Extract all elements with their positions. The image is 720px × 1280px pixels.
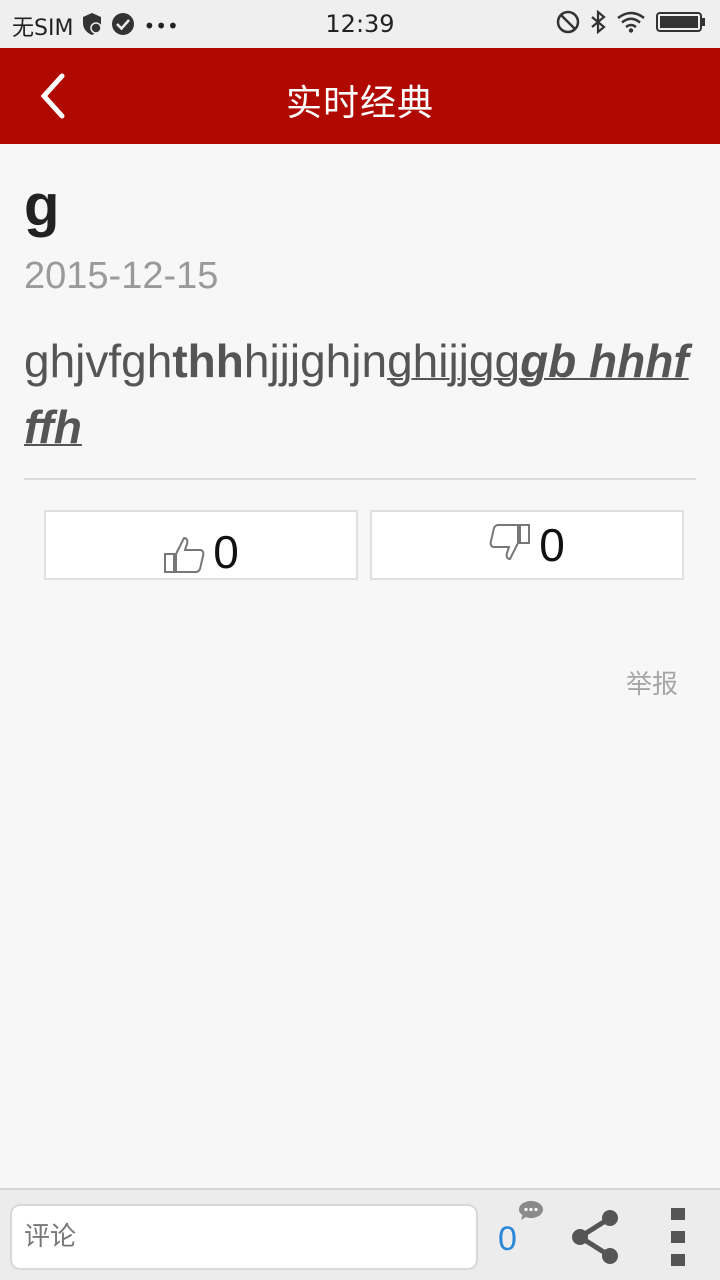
bottom-bar: 0 xyxy=(0,1188,720,1280)
wifi-icon xyxy=(616,11,646,37)
dislike-count: 0 xyxy=(539,519,565,571)
like-button[interactable]: 0 xyxy=(44,510,358,580)
more-vertical-icon[interactable] xyxy=(664,1204,692,1270)
thumbs-up-icon xyxy=(163,534,205,578)
article-body: ghjvfghthhhjjjghjnghijjgggb hhhfffh xyxy=(24,328,700,460)
do-not-disturb-icon xyxy=(556,10,580,38)
like-count: 0 xyxy=(213,526,239,578)
comment-bubble-icon[interactable] xyxy=(518,1200,544,1226)
divider xyxy=(24,478,696,480)
dislike-button[interactable]: 0 xyxy=(370,510,684,580)
article-title: g xyxy=(24,173,60,238)
body-text-bold: thh xyxy=(172,335,244,387)
status-bar: 无SIM ••• 12:39 xyxy=(0,0,720,48)
bluetooth-icon xyxy=(590,9,606,38)
report-link[interactable]: 举报 xyxy=(626,664,678,701)
battery-icon xyxy=(656,11,706,37)
body-text-underline: ghijjgg xyxy=(387,335,521,387)
share-icon[interactable] xyxy=(568,1206,622,1268)
status-right xyxy=(556,9,706,38)
body-text: ghjvfgh xyxy=(24,335,173,387)
thumbs-down-icon xyxy=(489,523,531,567)
comment-count[interactable]: 0 xyxy=(498,1220,517,1259)
app-header: 实时经典 xyxy=(0,48,720,144)
article-date: 2015-12-15 xyxy=(24,255,219,297)
page-title: 实时经典 xyxy=(285,83,434,124)
comment-input[interactable] xyxy=(10,1204,478,1270)
body-text: hjjjghjn xyxy=(243,335,388,387)
